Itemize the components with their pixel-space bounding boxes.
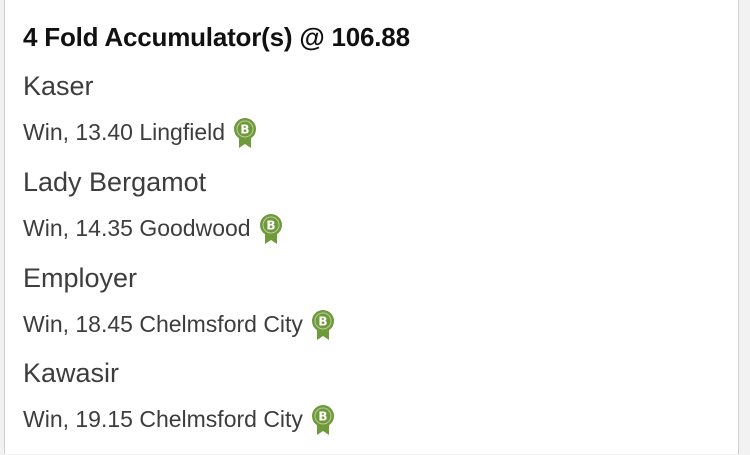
market-line: Win, 18.45 Chelmsford City B [23,308,723,340]
horse-name: Kaser [23,71,94,101]
best-odds-badge-icon: B [311,309,335,341]
horse-name: Kawasir [23,358,120,388]
selection-item: Kaser Win, 13.40 Lingfield B [23,70,723,148]
bet-title: 4 Fold Accumulator(s) @ 106.88 [23,22,410,52]
best-odds-badge-icon: B [233,117,257,149]
svg-text:B: B [318,315,327,329]
market-line: Win, 14.35 Goodwood B [23,212,723,244]
best-odds-badge-icon: B [259,213,283,245]
svg-text:B: B [318,410,327,424]
best-odds-badge-icon: B [311,404,335,436]
svg-text:B: B [266,219,275,233]
market-text: Win, 19.15 Chelmsford City [23,405,303,432]
market-text: Win, 18.45 Chelmsford City [23,310,303,337]
svg-text:B: B [240,123,249,137]
market-text: Win, 13.40 Lingfield [23,118,226,145]
selection-item: Lady Bergamot Win, 14.35 Goodwood B [23,166,723,244]
bet-card: 4 Fold Accumulator(s) @ 106.88 Kaser Win… [4,0,739,454]
market-line: Win, 13.40 Lingfield B [23,116,723,148]
horse-name: Lady Bergamot [23,167,207,197]
market-line: Win, 19.15 Chelmsford City B [23,403,723,435]
selection-item: Kawasir Win, 19.15 Chelmsford City B [23,357,723,435]
market-text: Win, 14.35 Goodwood [23,214,251,241]
horse-name: Employer [23,263,138,293]
selection-item: Employer Win, 18.45 Chelmsford City B [23,262,723,340]
